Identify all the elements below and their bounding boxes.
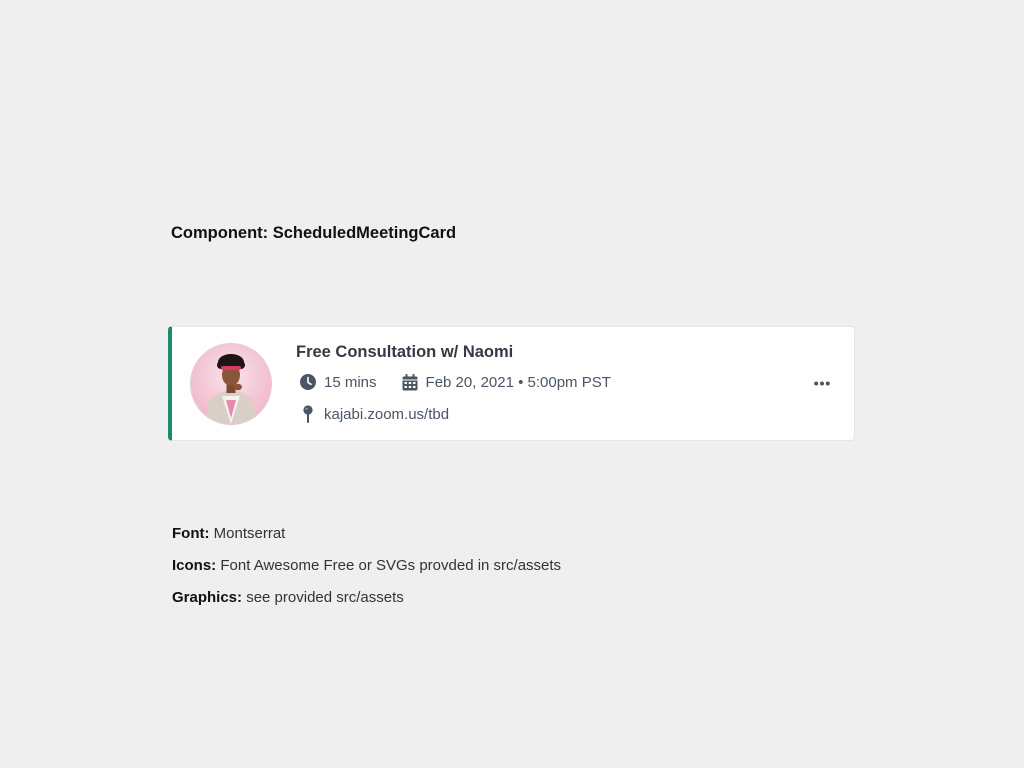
note-icons: Icons: Font Awesome Free or SVGs provded… (172, 556, 561, 588)
meeting-title: Free Consultation w/ Naomi (296, 343, 514, 361)
component-title: Component: ScheduledMeetingCard (171, 224, 457, 242)
note-label: Font: (172, 525, 210, 542)
note-label: Icons: (172, 557, 217, 574)
note-value: Montserrat (209, 525, 286, 542)
note-graphics: Graphics: see provided src/assets (172, 588, 561, 620)
avatar-photo (191, 344, 271, 424)
note-label: Graphics: (172, 589, 243, 606)
clock-icon (299, 373, 317, 391)
meeting-duration: 15 mins (324, 373, 377, 391)
note-value: Font Awesome Free or SVGs provded in src… (216, 557, 562, 574)
calendar-icon (401, 373, 419, 391)
more-options-button[interactable] (810, 373, 834, 393)
spec-notes: Font: Montserrat Icons: Font Awesome Fre… (172, 524, 561, 620)
scheduled-meeting-card[interactable]: Free Consultation w/ Naomi 15 mins Feb 2… (168, 326, 855, 441)
meeting-meta-row: 15 mins Feb 20, 2021 • 5:00pm PST (299, 372, 611, 392)
note-value: see provided src/assets (242, 589, 404, 606)
meeting-location-row: kajabi.zoom.us/tbd (299, 404, 449, 424)
avatar (191, 344, 271, 424)
map-pin-icon (299, 405, 317, 423)
ellipsis-horizontal-icon (814, 381, 830, 385)
note-font: Font: Montserrat (172, 524, 561, 556)
meeting-location[interactable]: kajabi.zoom.us/tbd (324, 406, 449, 423)
meeting-datetime: Feb 20, 2021 • 5:00pm PST (425, 373, 611, 391)
